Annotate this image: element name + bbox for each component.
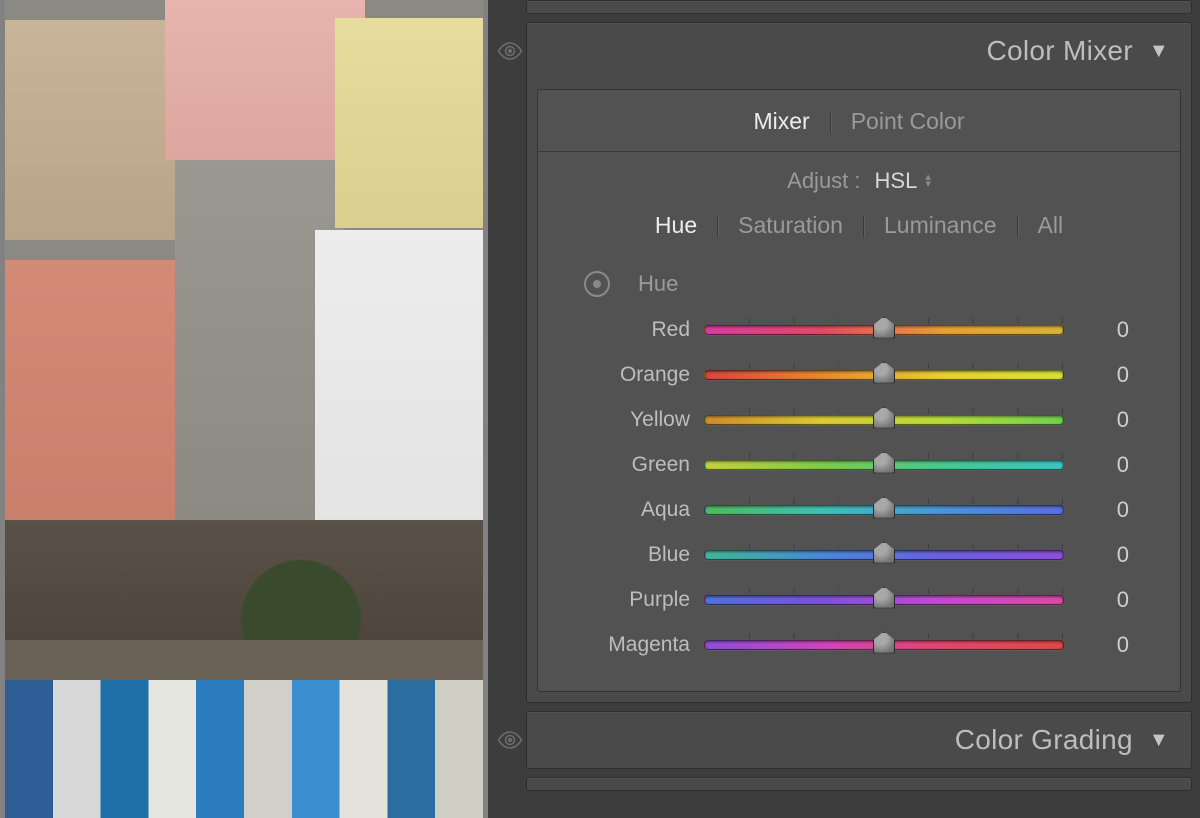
slider-track-orange[interactable] [704,370,1064,380]
panel-header-color-mixer[interactable]: Color Mixer ▼ [527,23,1191,79]
slider-row-orange: Orange 0 [578,352,1130,397]
slider-value[interactable]: 0 [1078,587,1130,613]
app-root: Color Mixer ▼ Mixer Point Color Adjust :… [0,0,1200,818]
color-mixer-body: Mixer Point Color Adjust : HSL ▴▾ Hue Sa… [537,89,1181,692]
slider-label: Green [578,453,690,477]
panel-header-color-grading[interactable]: Color Grading ▼ [527,712,1191,768]
slider-value[interactable]: 0 [1078,362,1130,388]
adjust-label: Adjust : [787,168,860,194]
tab-saturation[interactable]: Saturation [718,212,863,239]
tab-mixer[interactable]: Mixer [733,106,829,137]
slider-track-purple[interactable] [704,595,1064,605]
slider-value[interactable]: 0 [1078,317,1130,343]
slider-track-blue[interactable] [704,550,1064,560]
slider-label: Red [578,318,690,342]
adjust-value-text: HSL [875,168,918,194]
preview-pane [0,0,488,818]
panel-sliver-above [526,0,1192,14]
panel-title: Color Grading [955,724,1133,756]
slider-track-red[interactable] [704,325,1064,335]
adjust-mode-row: Adjust : HSL ▴▾ [538,152,1180,206]
panel-title: Color Mixer [986,35,1132,67]
sliders-title-row: Hue [578,271,1130,307]
slider-value[interactable]: 0 [1078,542,1130,568]
tab-point-color[interactable]: Point Color [831,106,985,137]
slider-value[interactable]: 0 [1078,407,1130,433]
tab-hue[interactable]: Hue [635,212,717,239]
slider-label: Purple [578,588,690,612]
slider-label: Yellow [578,408,690,432]
slider-value[interactable]: 0 [1078,632,1130,658]
slider-label: Blue [578,543,690,567]
slider-value[interactable]: 0 [1078,452,1130,478]
tab-all[interactable]: All [1018,212,1084,239]
hsl-tabs: Hue Saturation Luminance All [538,206,1180,241]
panel-color-grading: Color Grading ▼ [526,711,1192,769]
slider-row-blue: Blue 0 [578,532,1130,577]
slider-track-magenta[interactable] [704,640,1064,650]
visibility-eye-icon[interactable] [497,731,523,749]
slider-value[interactable]: 0 [1078,497,1130,523]
updown-icon: ▴▾ [925,174,931,188]
slider-label: Orange [578,363,690,387]
slider-row-green: Green 0 [578,442,1130,487]
tab-luminance[interactable]: Luminance [864,212,1017,239]
slider-row-red: Red 0 [578,307,1130,352]
slider-track-aqua[interactable] [704,505,1064,515]
slider-row-yellow: Yellow 0 [578,397,1130,442]
slider-row-aqua: Aqua 0 [578,487,1130,532]
slider-row-magenta: Magenta 0 [578,622,1130,667]
slider-label: Aqua [578,498,690,522]
slider-row-purple: Purple 0 [578,577,1130,622]
visibility-eye-icon[interactable] [497,42,523,60]
sliders-title: Hue [638,271,678,297]
mixer-mode-tabs: Mixer Point Color [538,98,1180,151]
adjust-mode-dropdown[interactable]: HSL ▴▾ [875,168,931,194]
photo-preview[interactable] [5,0,483,818]
slider-label: Magenta [578,633,690,657]
panel-column: Color Mixer ▼ Mixer Point Color Adjust :… [488,0,1200,818]
panel-color-mixer: Color Mixer ▼ Mixer Point Color Adjust :… [526,22,1192,703]
hue-sliders: Hue Red 0 Orange 0 Yellow [538,241,1180,677]
targeted-adjustment-icon[interactable] [584,271,610,297]
slider-track-green[interactable] [704,460,1064,470]
slider-track-yellow[interactable] [704,415,1064,425]
panel-sliver-below [526,777,1192,791]
disclosure-triangle-icon[interactable]: ▼ [1149,729,1169,752]
disclosure-triangle-icon[interactable]: ▼ [1149,40,1169,63]
